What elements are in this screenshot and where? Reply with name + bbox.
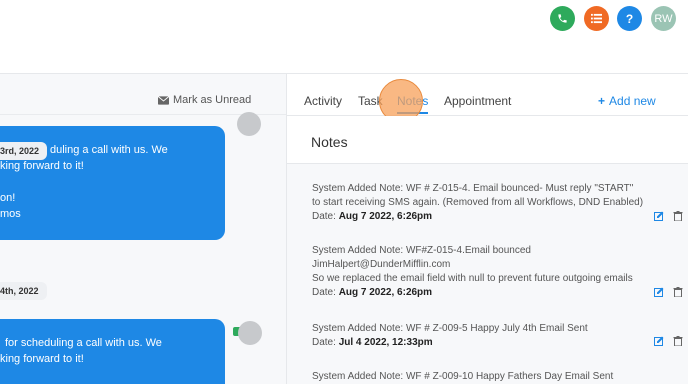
- tab-bar: Activity Task Notes Appointment + Add ne…: [287, 74, 688, 123]
- note-text: to start receiving SMS again. (Removed f…: [312, 197, 644, 208]
- envelope-icon: [158, 95, 169, 105]
- note-date: Aug 7 2022, 6:26pm: [338, 287, 433, 298]
- note-item: System Added Note: WF # Z-009-10 Happy F…: [312, 370, 672, 384]
- note-actions: [654, 287, 684, 299]
- message-bubble: for scheduling a call with us. We king f…: [0, 319, 225, 384]
- avatar[interactable]: RW: [651, 6, 676, 31]
- message-line: king forward to it!: [0, 353, 84, 365]
- note-text: System Added Note: WF#Z-015-4.Email boun…: [312, 245, 531, 256]
- add-new-button[interactable]: + Add new: [598, 94, 656, 108]
- note-text: System Added Note: WF # Z-009-10 Happy F…: [312, 371, 614, 382]
- notes-title: Notes: [311, 134, 348, 150]
- note-text: JimHalpert@DunderMifflin.com: [312, 259, 451, 270]
- message-line: [0, 174, 217, 190]
- trash-icon[interactable]: [673, 211, 683, 221]
- note-text: System Added Note: WF # Z-015-4. Email b…: [312, 183, 634, 194]
- note-date-label: Date:: [312, 211, 336, 222]
- phone-button[interactable]: [550, 6, 575, 31]
- note-date-label: Date:: [312, 287, 336, 298]
- note-date-label: Date:: [312, 337, 336, 348]
- help-button[interactable]: ?: [617, 6, 642, 31]
- message-date-chip: 3rd, 2022: [0, 142, 48, 160]
- edit-icon[interactable]: [654, 336, 664, 346]
- notes-panel: Activity Task Notes Appointment + Add ne…: [287, 74, 688, 384]
- note-item: System Added Note: WF # Z-009-5 Happy Ju…: [312, 322, 672, 350]
- sender-avatar: [238, 321, 262, 345]
- message-line: on!: [0, 192, 16, 204]
- message-line: mos: [0, 208, 21, 220]
- note-text: So we replaced the email field with null…: [312, 273, 633, 284]
- notes-header: Notes: [287, 116, 688, 164]
- message-date-chip: 4th, 2022: [0, 282, 47, 300]
- top-bar: ? RW: [0, 0, 688, 74]
- list-icon: [591, 13, 602, 24]
- trash-icon[interactable]: [673, 336, 683, 346]
- edit-icon[interactable]: [654, 287, 664, 297]
- conversation-panel: Mark as Unread duling a call with us. We…: [0, 74, 287, 384]
- edit-icon[interactable]: [654, 211, 664, 221]
- note-item: System Added Note: WF # Z-015-4. Email b…: [312, 182, 672, 224]
- message-line: duling a call with us. We: [50, 144, 168, 156]
- note-item: System Added Note: WF#Z-015-4.Email boun…: [312, 244, 672, 300]
- note-text: System Added Note: WF # Z-009-5 Happy Ju…: [312, 323, 588, 334]
- mark-as-unread-label: Mark as Unread: [173, 94, 252, 106]
- tab-appointment[interactable]: Appointment: [444, 94, 511, 108]
- note-actions: [654, 211, 684, 223]
- help-icon: ?: [625, 11, 634, 26]
- avatar-initials: RW: [654, 12, 673, 25]
- plus-icon: +: [598, 94, 606, 108]
- tab-activity[interactable]: Activity: [304, 94, 342, 108]
- message-line: king forward to it!: [0, 160, 84, 172]
- add-new-label: Add new: [609, 94, 656, 108]
- sender-avatar: [237, 112, 261, 136]
- note-actions: [654, 336, 684, 348]
- message-line: for scheduling a call with us. We: [5, 337, 162, 349]
- note-date: Jul 4 2022, 12:33pm: [338, 337, 433, 348]
- phone-icon: [558, 14, 567, 23]
- trash-icon[interactable]: [673, 287, 683, 297]
- mark-as-unread-button[interactable]: Mark as Unread: [158, 94, 251, 106]
- note-date: Aug 7 2022, 6:26pm: [338, 211, 433, 222]
- list-button[interactable]: [584, 6, 609, 31]
